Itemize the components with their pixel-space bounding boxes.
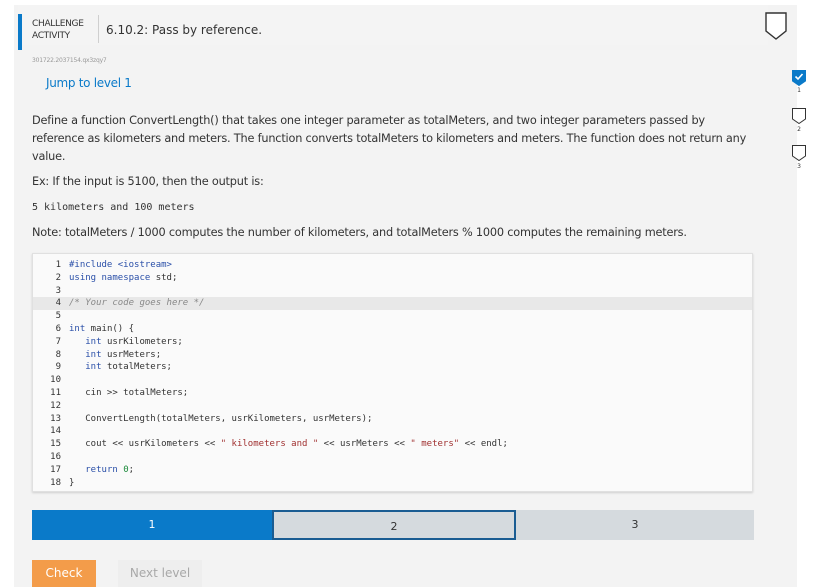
code-line[interactable]: 1 #include <iostream> <box>33 259 752 272</box>
line-number: 13 <box>50 413 61 424</box>
code-text[interactable]: int usrMeters; <box>69 349 161 362</box>
problem-description: Define a function ConvertLength() that t… <box>32 114 747 163</box>
level-progress-bar: 1 2 3 <box>32 510 754 540</box>
code-line[interactable]: 18} <box>33 477 752 490</box>
completion-shield-icon <box>765 12 787 40</box>
code-line[interactable]: 13 ConvertLength(totalMeters, usrKilomet… <box>33 413 752 426</box>
activity-id: 301722.2037154.qx3zqy7 <box>32 57 107 64</box>
header-accent-bar <box>18 14 22 50</box>
code-line[interactable]: 9 int totalMeters; <box>33 361 752 374</box>
activity-header: CHALLENGE ACTIVITY 6.10.2: Pass by refer… <box>18 5 768 50</box>
line-number: 10 <box>50 375 61 386</box>
line-number: 11 <box>50 388 61 398</box>
code-line[interactable]: 11 cin >> totalMeters; <box>33 387 752 400</box>
header-divider <box>98 15 99 43</box>
code-text[interactable]: int usrKilometers; <box>69 336 183 349</box>
line-number: 9 <box>55 362 61 373</box>
level-1-check-icon[interactable] <box>792 70 806 86</box>
code-text[interactable]: /* Your code goes here */ <box>69 297 204 310</box>
line-number: 3 <box>55 285 61 296</box>
code-text[interactable]: #include <iostream> <box>69 259 172 272</box>
level-3-shield-icon[interactable] <box>792 145 806 161</box>
line-number: 7 <box>55 336 61 347</box>
code-text[interactable]: ConvertLength(totalMeters, usrKilometers… <box>69 413 372 426</box>
level-2-shield-icon[interactable] <box>792 108 806 124</box>
level-2-number: 2 <box>797 126 801 133</box>
code-line[interactable]: 8 int usrMeters; <box>33 349 752 362</box>
code-line[interactable]: 3 <box>33 285 752 298</box>
code-line[interactable]: 7 int usrKilometers; <box>33 336 752 349</box>
code-text[interactable]: int totalMeters; <box>69 361 172 374</box>
code-text[interactable]: cout << usrKilometers << " kilometers an… <box>69 438 508 451</box>
code-text[interactable]: using namespace std; <box>69 272 177 285</box>
line-number: 2 <box>55 272 61 283</box>
level-segment-2[interactable]: 2 <box>272 510 516 540</box>
code-line[interactable]: 17 return 0; <box>33 464 752 477</box>
line-number: 1 <box>55 260 61 270</box>
example-output: 5 kilometers and 100 meters <box>32 202 195 213</box>
code-line[interactable]: 16 <box>33 451 752 464</box>
code-line[interactable]: 15 cout << usrKilometers << " kilometers… <box>33 438 752 451</box>
level-segment-1[interactable]: 1 <box>32 510 272 540</box>
code-text[interactable]: int main() { <box>69 323 134 336</box>
code-line[interactable]: 6 int main() { <box>33 323 752 336</box>
line-number: 16 <box>50 452 61 462</box>
line-number: 5 <box>55 311 61 322</box>
code-line[interactable]: 4 /* Your code goes here */ <box>33 297 752 311</box>
line-number: 18 <box>50 477 61 488</box>
code-line[interactable]: 5 <box>33 310 752 323</box>
line-number: 8 <box>55 349 61 360</box>
line-number: 15 <box>50 439 61 450</box>
level-segment-3[interactable]: 3 <box>516 510 754 540</box>
next-level-button[interactable]: Next level <box>118 560 202 587</box>
line-number: 14 <box>50 426 61 437</box>
activity-title: 6.10.2: Pass by reference. <box>106 23 263 37</box>
challenge-activity-label: CHALLENGE ACTIVITY <box>32 19 84 41</box>
example-text: Ex: If the input is 5100, then the outpu… <box>32 175 264 188</box>
code-line[interactable]: 14 <box>33 425 752 438</box>
code-line[interactable]: 10 <box>33 374 752 387</box>
code-line[interactable]: 12 <box>33 400 752 413</box>
code-text[interactable]: cin >> totalMeters; <box>69 387 188 400</box>
line-number: 4 <box>55 298 61 309</box>
code-line[interactable]: 2 using namespace std; <box>33 272 752 285</box>
level-3-number: 3 <box>797 163 801 170</box>
code-editor[interactable]: 1 #include <iostream> 2 using namespace std… <box>32 253 753 492</box>
line-number: 6 <box>55 324 61 334</box>
line-number: 17 <box>50 464 61 475</box>
code-text[interactable]: } <box>69 477 74 490</box>
line-number: 12 <box>50 400 61 411</box>
check-button[interactable]: Check <box>32 560 96 587</box>
note-text: Note: totalMeters / 1000 computes the nu… <box>32 226 687 239</box>
level-1-number: 1 <box>797 87 801 94</box>
jump-to-level-link[interactable]: Jump to level 1 <box>46 76 132 90</box>
code-text[interactable]: return 0; <box>69 464 134 477</box>
